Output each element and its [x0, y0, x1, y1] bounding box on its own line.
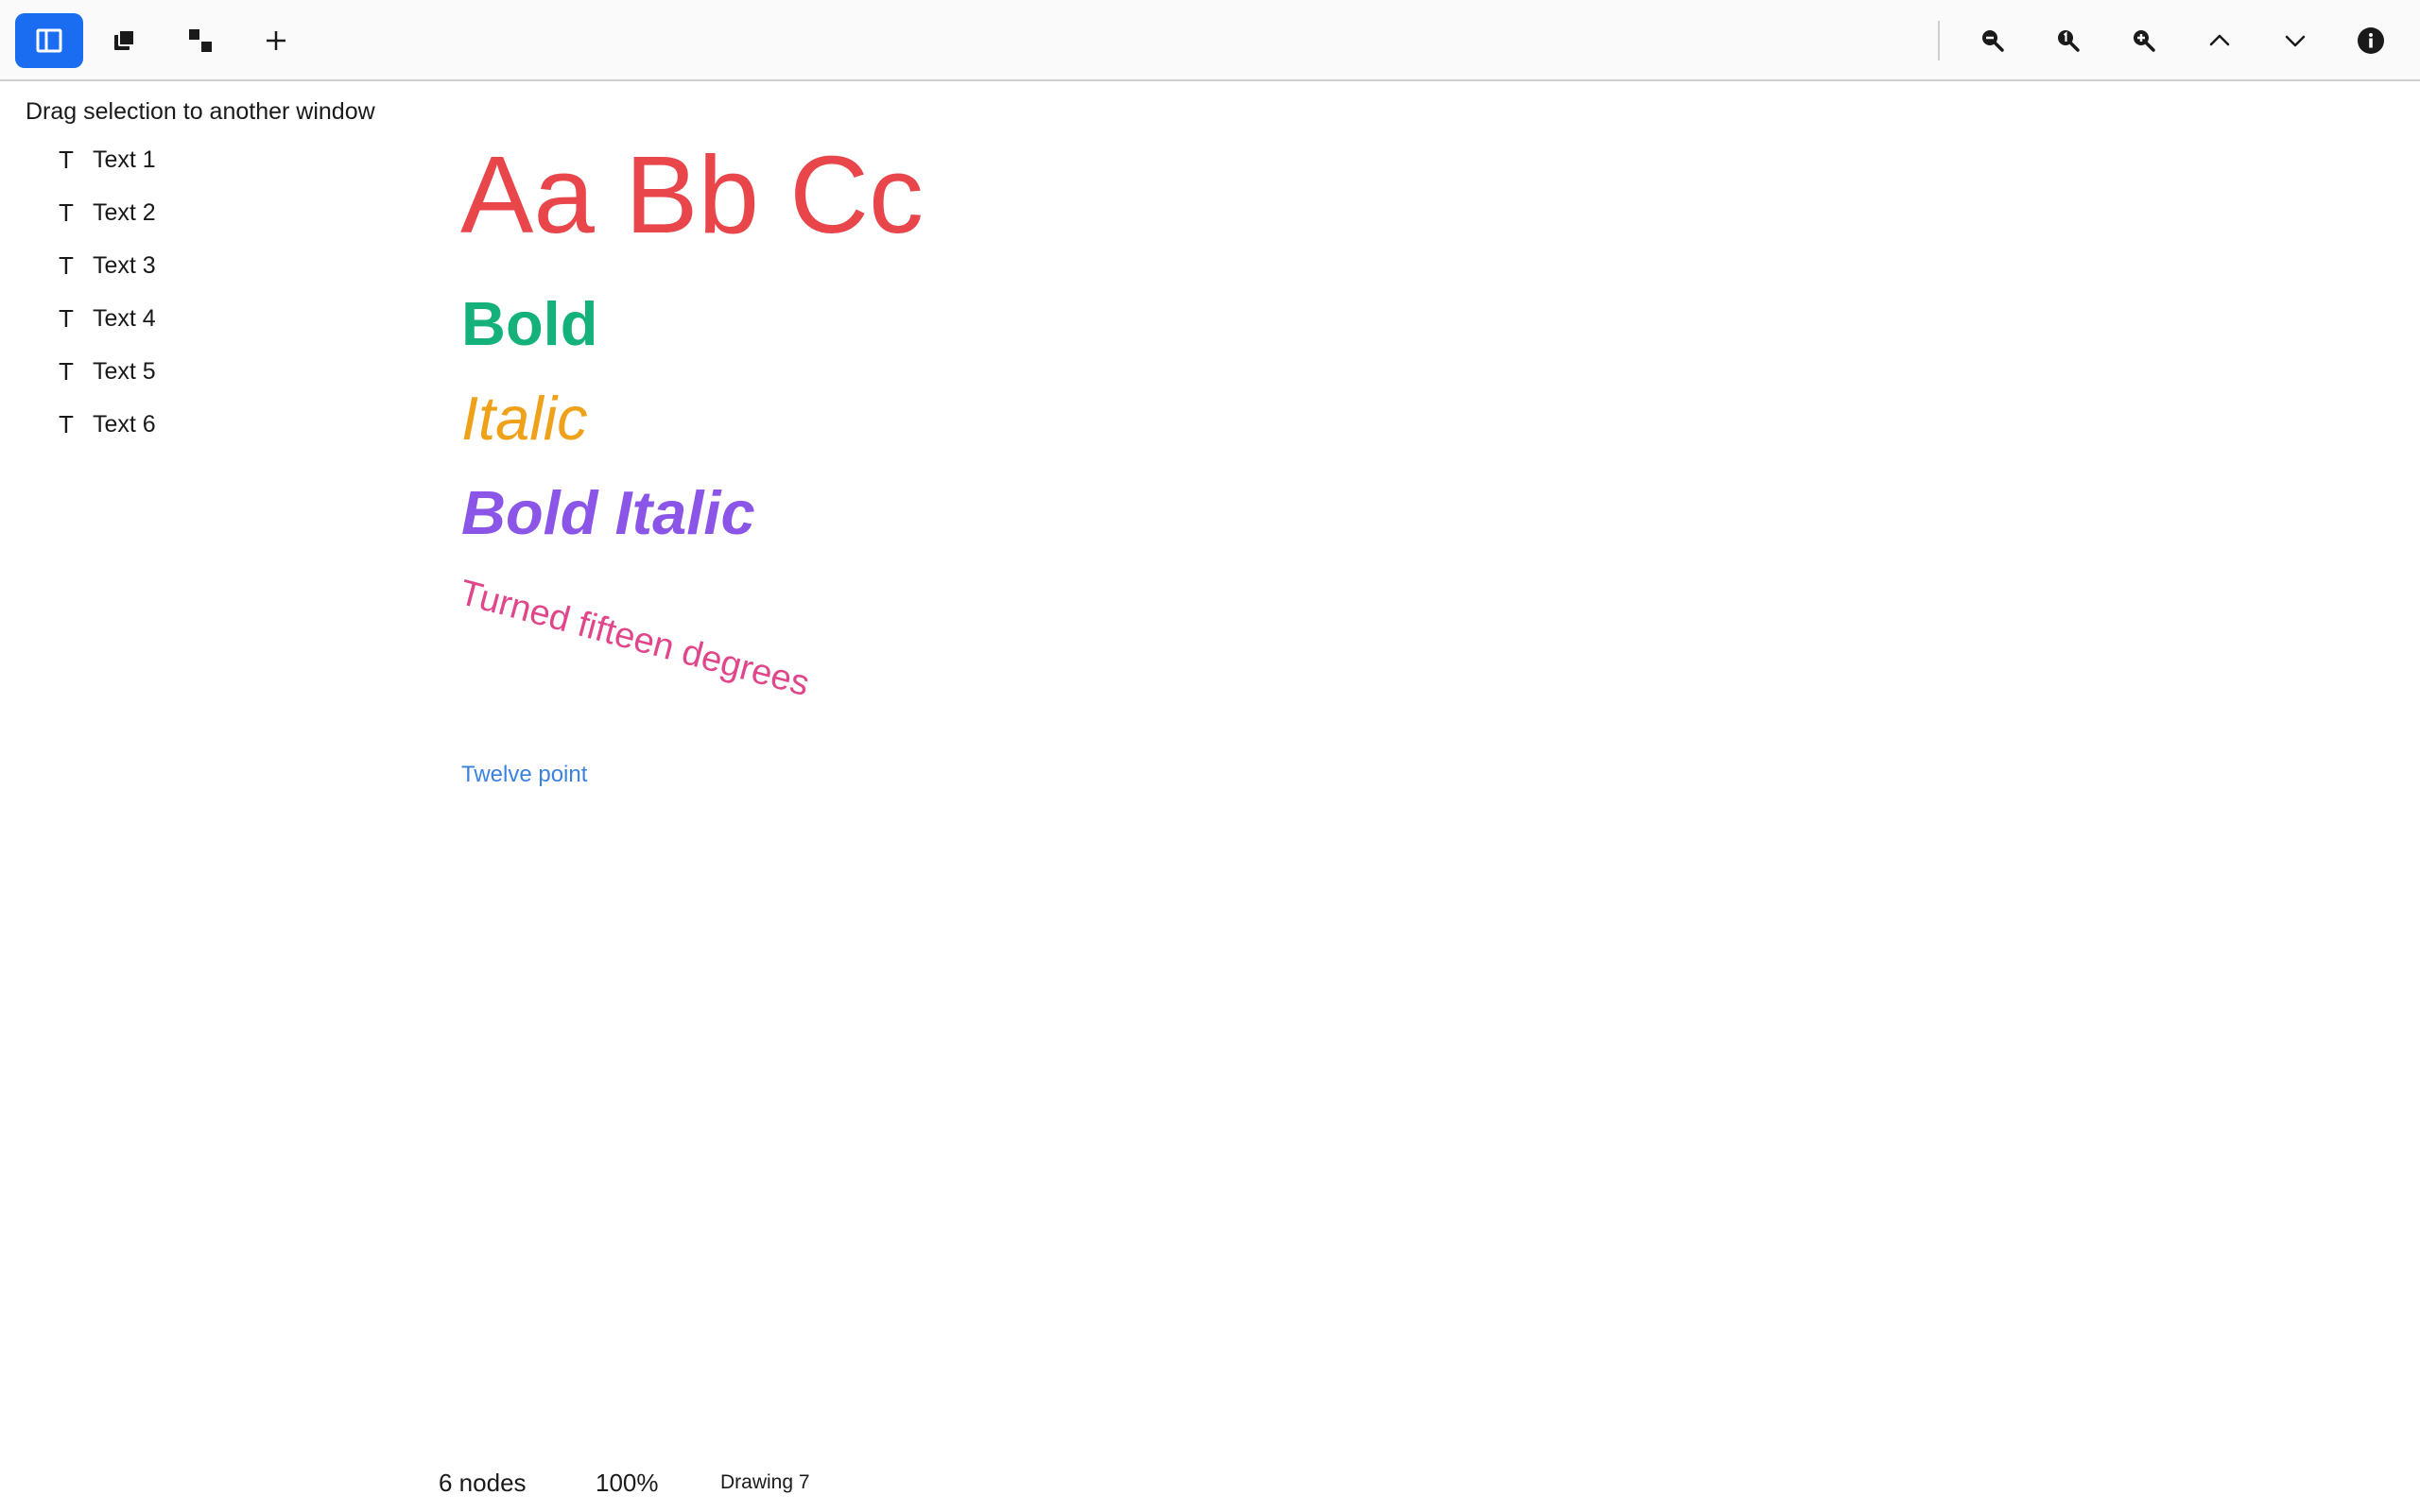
text-node-3[interactable]: Italic: [461, 387, 588, 449]
status-node-count: 6 nodes: [439, 1468, 527, 1497]
sidebar-header: Drag selection to another window: [26, 98, 375, 125]
zoom-in-button[interactable]: [2110, 13, 2178, 68]
text-icon: T: [59, 409, 74, 438]
sidebar-item-label: Text 5: [93, 357, 156, 385]
text-node-2[interactable]: Bold: [461, 293, 597, 354]
text-node-5[interactable]: Turned fifteen degrees: [456, 573, 814, 704]
sidebar-item-text-5[interactable]: T Text 5: [59, 352, 156, 390]
add-button[interactable]: [242, 13, 310, 68]
zoom-actual-button[interactable]: [2034, 13, 2102, 68]
zoom-out-icon: [1982, 30, 2004, 52]
text-icon: T: [59, 145, 74, 174]
zoom-actual-icon: [2058, 30, 2080, 52]
zoom-in-icon: [2134, 30, 2155, 52]
next-button[interactable]: [2261, 13, 2329, 68]
sidebar-item-label: Text 6: [93, 410, 156, 438]
bring-to-front-button[interactable]: [91, 13, 159, 68]
diagonal-squares-icon: [189, 29, 212, 52]
text-node-4[interactable]: Bold Italic: [461, 482, 755, 543]
drawing-canvas[interactable]: Aa Bb Cc Bold Italic Bold Italic Turned …: [416, 83, 2420, 1425]
text-icon: T: [59, 356, 74, 386]
plus-icon: [267, 31, 285, 50]
sidebar-item-text-3[interactable]: T Text 3: [59, 247, 156, 284]
sidebar-item-label: Text 4: [93, 304, 156, 332]
previous-button[interactable]: [2186, 13, 2254, 68]
sidebar-panel-icon: [36, 28, 62, 53]
sidebar-item-text-6[interactable]: T Text 6: [59, 405, 156, 443]
info-icon: [2358, 27, 2384, 54]
text-icon: T: [59, 303, 74, 333]
status-zoom-level: 100%: [596, 1468, 659, 1497]
sidebar-item-text-1[interactable]: T Text 1: [59, 141, 156, 179]
toolbar-separator: [1938, 21, 1940, 60]
chevron-up-icon: [2209, 34, 2230, 46]
toggle-sidebar-button[interactable]: [15, 13, 83, 68]
text-node-1[interactable]: Aa Bb Cc: [460, 140, 924, 249]
text-icon: T: [59, 198, 74, 227]
sidebar: Drag selection to another window T Text …: [0, 83, 416, 1425]
chevron-down-icon: [2285, 35, 2306, 47]
toolbar: [0, 0, 2420, 81]
sidebar-item-text-2[interactable]: T Text 2: [59, 194, 156, 232]
zoom-out-button[interactable]: [1959, 13, 2027, 68]
diagonal-arrange-button[interactable]: [166, 13, 234, 68]
stack-front-icon: [114, 29, 135, 50]
sidebar-item-text-4[interactable]: T Text 4: [59, 300, 156, 337]
sidebar-item-label: Text 1: [93, 146, 156, 173]
text-node-6[interactable]: Twelve point: [461, 764, 587, 786]
text-icon: T: [59, 250, 74, 280]
sidebar-item-label: Text 2: [93, 198, 156, 226]
info-button[interactable]: [2337, 13, 2405, 68]
status-document-name: Drawing 7: [720, 1471, 810, 1493]
sidebar-item-label: Text 3: [93, 251, 156, 279]
